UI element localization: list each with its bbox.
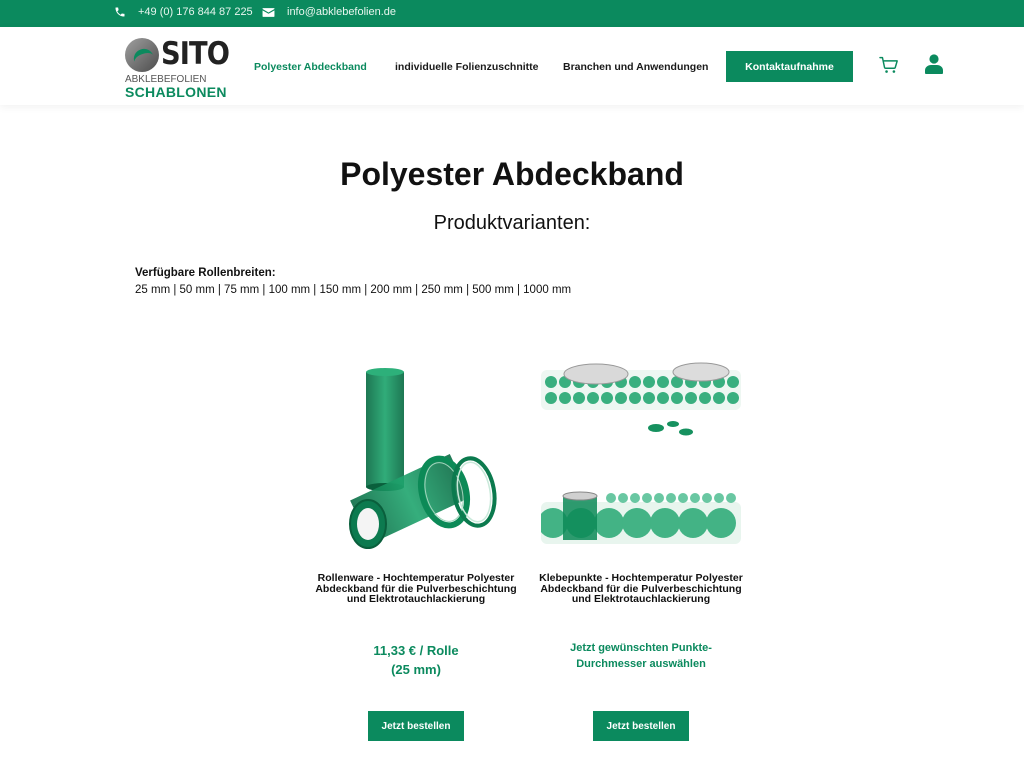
product-title[interactable]: Rollenware - Hochtemperatur Polyester Ab…: [306, 573, 526, 605]
product-price: 11,33 € / Rolle (25 mm): [316, 641, 516, 679]
phone-icon: [114, 6, 126, 18]
roll-widths-values: 25 mm | 50 mm | 75 mm | 100 mm | 150 mm …: [135, 284, 572, 296]
roll-widths-label: Verfügbare Rollenbreiten:: [135, 267, 276, 279]
logo-line-3: SCHABLONEN: [125, 84, 227, 100]
contact-button[interactable]: Kontaktaufnahme: [726, 51, 853, 82]
email-contact[interactable]: info@abklebefolien.de: [262, 6, 396, 18]
logo-brand: SITO: [161, 36, 230, 72]
product-image-rollen[interactable]: [316, 352, 516, 552]
top-contact-bar: +49 (0) 176 844 87 225 info@abklebefolie…: [0, 0, 1024, 27]
nav-item-branchen[interactable]: Branchen und Anwendungen: [563, 61, 708, 73]
price-line-2: (25 mm): [391, 662, 441, 677]
order-button[interactable]: Jetzt bestellen: [368, 711, 464, 741]
nav-item-folienzuschnitte[interactable]: individuelle Folienzuschnitte: [395, 61, 539, 73]
site-logo[interactable]: SITO ABKLEBEFOLIEN SCHABLONEN: [125, 36, 230, 100]
logo-mark: [125, 38, 159, 72]
phone-contact[interactable]: +49 (0) 176 844 87 225: [114, 6, 253, 18]
product-title[interactable]: Klebepunkte - Hochtemperatur Polyester A…: [531, 573, 751, 605]
user-icon[interactable]: [925, 54, 943, 79]
product-image-klebepunkte[interactable]: [538, 352, 741, 552]
price-line-1: 11,33 € / Rolle: [373, 643, 459, 658]
cart-icon[interactable]: [879, 56, 899, 79]
site-header: SITO ABKLEBEFOLIEN SCHABLONEN Polyester …: [0, 27, 1024, 105]
phone-number: +49 (0) 176 844 87 225: [138, 6, 253, 18]
product-card-klebepunkte: Klebepunkte - Hochtemperatur Polyester A…: [538, 352, 743, 741]
price-hint-line-2: Durchmesser auswählen: [576, 658, 706, 670]
envelope-icon: [262, 7, 275, 18]
price-hint-line-1: Jetzt gewünschten Punkte-: [570, 642, 712, 654]
order-button[interactable]: Jetzt bestellen: [593, 711, 689, 741]
product-price-hint: Jetzt gewünschten Punkte- Durchmesser au…: [541, 640, 741, 672]
page-title: Polyester Abdeckband: [340, 156, 684, 192]
nav-item-polyester-abdeckband[interactable]: Polyester Abdeckband: [254, 61, 367, 73]
email-address: info@abklebefolien.de: [287, 6, 397, 18]
section-subtitle: Produktvarianten:: [433, 212, 591, 234]
product-card-rollenware: Rollenware - Hochtemperatur Polyester Ab…: [315, 352, 517, 741]
